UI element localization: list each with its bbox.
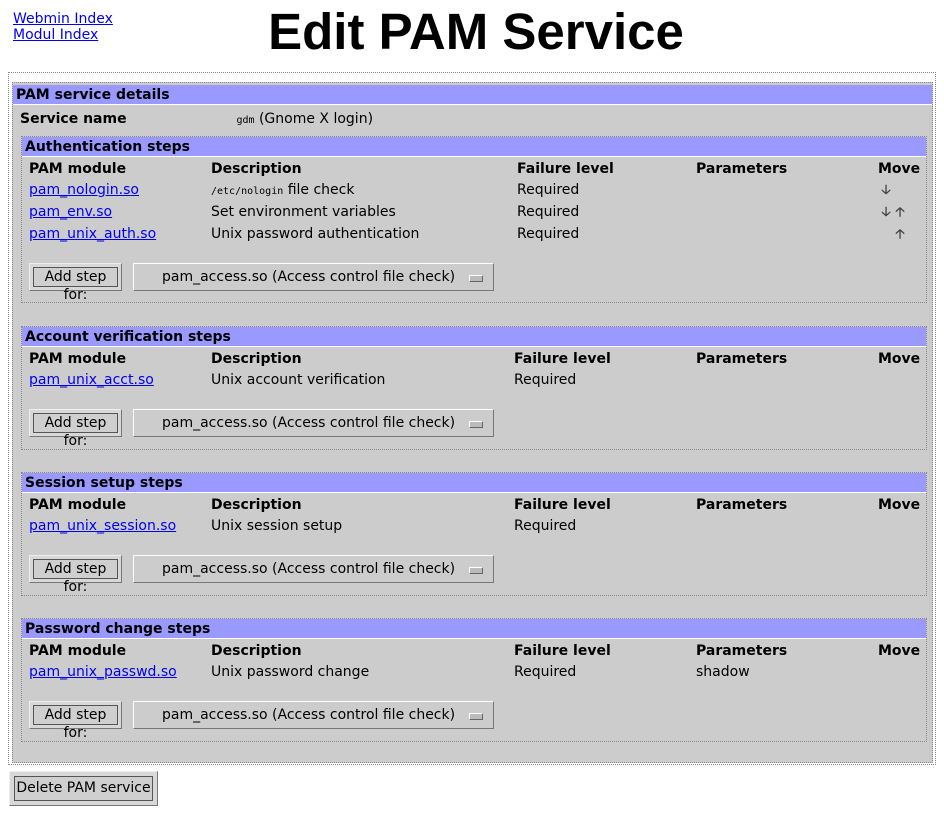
module-link-pam-unix-session[interactable]: pam_unix_session.so bbox=[29, 515, 176, 537]
auth-column-headers: PAM module Description Failure level Par… bbox=[22, 157, 926, 179]
arrow-up-icon[interactable]: 🡡 bbox=[893, 224, 907, 246]
module-link-pam-unix-passwd[interactable]: pam_unix_passwd.so bbox=[29, 661, 177, 683]
add-step-button-frame: Add step for: bbox=[29, 263, 122, 303]
table-row: pam_unix_auth.so Unix password authentic… bbox=[22, 223, 926, 245]
module-select-value: pam_access.so (Access control file check… bbox=[162, 561, 456, 577]
arrow-down-icon[interactable]: 🡣 bbox=[879, 180, 893, 202]
add-step-button-frame: Add step for: bbox=[29, 409, 122, 449]
row-failure: Required bbox=[514, 372, 577, 388]
table-row: pam_unix_session.so Unix session setup R… bbox=[22, 515, 926, 537]
col-parameters: Parameters bbox=[696, 161, 788, 177]
table-row: pam_unix_passwd.so Unix password change … bbox=[22, 661, 926, 683]
col-failure: Failure level bbox=[514, 643, 611, 659]
module-select-value: pam_access.so (Access control file check… bbox=[162, 415, 456, 431]
row-description: Unix session setup bbox=[211, 518, 343, 534]
row-description: Set environment variables bbox=[211, 204, 396, 220]
col-move: Move bbox=[878, 643, 921, 659]
pam-service-details-header: PAM service details bbox=[13, 85, 932, 105]
pam-form-outer: PAM service details Service name gdm (Gn… bbox=[8, 72, 936, 765]
auth-steps-section: Authentication steps PAM module Descript… bbox=[21, 136, 927, 303]
row-description: /etc/nologin file check bbox=[211, 179, 354, 203]
password-steps-header: Password change steps bbox=[22, 619, 926, 639]
row-failure: Required bbox=[517, 204, 580, 220]
nologin-path: /etc/nologin bbox=[211, 186, 284, 197]
module-select-value: pam_access.so (Access control file check… bbox=[162, 707, 456, 723]
row-description: Unix password change bbox=[211, 664, 370, 680]
col-description: Description bbox=[211, 351, 302, 367]
account-steps-section: Account verification steps PAM module De… bbox=[21, 326, 927, 450]
table-row: pam_unix_acct.so Unix account verificati… bbox=[22, 369, 926, 391]
add-step-button[interactable]: Add step for: bbox=[33, 559, 118, 595]
row-failure: Required bbox=[517, 182, 580, 198]
table-row: pam_nologin.so /etc/nologin file check R… bbox=[22, 179, 926, 201]
col-failure: Failure level bbox=[514, 351, 611, 367]
table-row: pam_env.so Set environment variables Req… bbox=[22, 201, 926, 223]
row-move: 🡣 bbox=[879, 179, 893, 202]
service-name-label: Service name bbox=[20, 111, 127, 127]
dropdown-knob-icon bbox=[469, 567, 483, 574]
delete-pam-service-button[interactable]: Delete PAM service bbox=[14, 776, 153, 801]
add-step-button-frame: Add step for: bbox=[29, 701, 122, 741]
module-select[interactable]: pam_access.so (Access control file check… bbox=[133, 263, 494, 291]
row-move: 🡡 bbox=[893, 223, 907, 246]
arrow-up-icon[interactable]: 🡡 bbox=[893, 202, 907, 224]
delete-button-frame: Delete PAM service bbox=[9, 771, 158, 806]
col-move: Move bbox=[878, 351, 921, 367]
module-link-pam-nologin[interactable]: pam_nologin.so bbox=[29, 179, 139, 201]
page-title: Edit PAM Service bbox=[268, 3, 684, 60]
service-name-code: gdm bbox=[236, 115, 255, 126]
module-link-pam-unix-acct[interactable]: pam_unix_acct.so bbox=[29, 369, 154, 391]
add-step-button[interactable]: Add step for: bbox=[33, 413, 118, 449]
col-parameters: Parameters bbox=[696, 643, 788, 659]
col-move: Move bbox=[878, 161, 921, 177]
col-parameters: Parameters bbox=[696, 497, 788, 513]
col-parameters: Parameters bbox=[696, 351, 788, 367]
row-failure: Required bbox=[514, 518, 577, 534]
module-select[interactable]: pam_access.so (Access control file check… bbox=[133, 555, 494, 583]
row-description-text: file check bbox=[287, 182, 355, 198]
add-step-button-frame: Add step for: bbox=[29, 555, 122, 595]
password-steps-section: Password change steps PAM module Descrip… bbox=[21, 618, 927, 742]
module-select[interactable]: pam_access.so (Access control file check… bbox=[133, 701, 494, 729]
session-steps-section: Session setup steps PAM module Descripti… bbox=[21, 472, 927, 596]
row-description: Unix account verification bbox=[211, 372, 386, 388]
dropdown-knob-icon bbox=[469, 275, 483, 282]
col-module: PAM module bbox=[29, 161, 127, 177]
row-move: 🡣 🡡 bbox=[879, 201, 907, 224]
account-steps-header: Account verification steps bbox=[22, 327, 926, 347]
module-link-pam-env[interactable]: pam_env.so bbox=[29, 201, 112, 223]
col-description: Description bbox=[211, 497, 302, 513]
row-failure: Required bbox=[517, 226, 580, 242]
auth-steps-header: Authentication steps bbox=[22, 137, 926, 157]
row-failure: Required bbox=[514, 664, 577, 680]
row-parameters: shadow bbox=[696, 664, 750, 680]
col-description: Description bbox=[211, 643, 302, 659]
row-description: Unix password authentication bbox=[211, 226, 420, 242]
session-steps-header: Session setup steps bbox=[22, 473, 926, 493]
dropdown-knob-icon bbox=[469, 421, 483, 428]
module-link-pam-unix-auth[interactable]: pam_unix_auth.so bbox=[29, 223, 156, 245]
session-column-headers: PAM module Description Failure level Par… bbox=[22, 493, 926, 515]
col-module: PAM module bbox=[29, 351, 127, 367]
col-module: PAM module bbox=[29, 643, 127, 659]
account-column-headers: PAM module Description Failure level Par… bbox=[22, 347, 926, 369]
col-failure: Failure level bbox=[514, 497, 611, 513]
col-failure: Failure level bbox=[517, 161, 614, 177]
col-move: Move bbox=[878, 497, 921, 513]
col-description: Description bbox=[211, 161, 302, 177]
module-select[interactable]: pam_access.so (Access control file check… bbox=[133, 409, 494, 437]
dropdown-knob-icon bbox=[469, 713, 483, 720]
module-select-value: pam_access.so (Access control file check… bbox=[162, 269, 456, 285]
service-name-row: Service name gdm (Gnome X login) bbox=[20, 111, 373, 127]
add-step-button[interactable]: Add step for: bbox=[33, 705, 118, 741]
pam-service-details-panel: PAM service details Service name gdm (Gn… bbox=[12, 82, 933, 763]
col-module: PAM module bbox=[29, 497, 127, 513]
arrow-down-icon[interactable]: 🡣 bbox=[879, 202, 893, 224]
service-name-desc: (Gnome X login) bbox=[258, 111, 374, 127]
password-column-headers: PAM module Description Failure level Par… bbox=[22, 639, 926, 661]
add-step-button[interactable]: Add step for: bbox=[33, 267, 118, 303]
